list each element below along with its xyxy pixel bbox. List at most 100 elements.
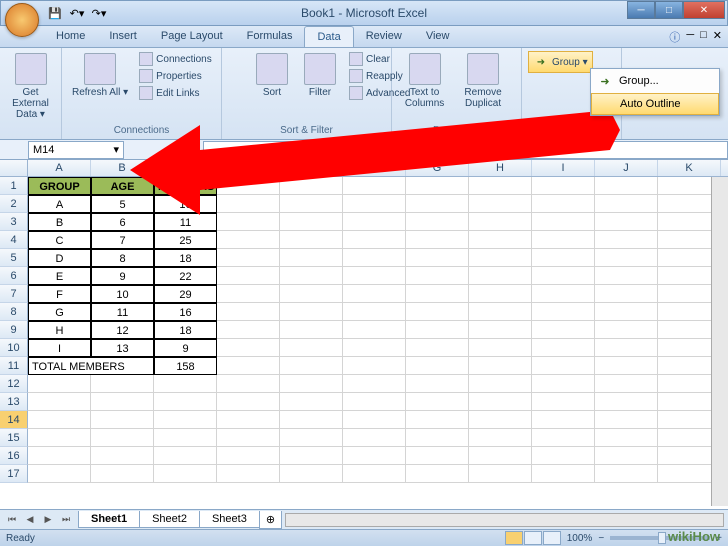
- cell[interactable]: [217, 411, 280, 429]
- cell[interactable]: [532, 177, 595, 195]
- cell[interactable]: [469, 357, 532, 375]
- cell[interactable]: [406, 447, 469, 465]
- row-header[interactable]: 3: [0, 213, 28, 231]
- cell[interactable]: [217, 231, 280, 249]
- cell[interactable]: G: [28, 303, 91, 321]
- cell[interactable]: F: [28, 285, 91, 303]
- cell[interactable]: [595, 447, 658, 465]
- name-box[interactable]: M14▾: [28, 141, 124, 159]
- cell[interactable]: E: [28, 267, 91, 285]
- col-header-a[interactable]: A: [28, 160, 91, 176]
- cell[interactable]: [280, 177, 343, 195]
- cell[interactable]: [217, 375, 280, 393]
- row-header[interactable]: 1: [0, 177, 28, 195]
- cell[interactable]: [469, 465, 532, 483]
- cell[interactable]: 6: [91, 213, 154, 231]
- cell[interactable]: [469, 285, 532, 303]
- sheet-nav-last[interactable]: ⏭: [58, 512, 74, 528]
- cell[interactable]: [154, 411, 217, 429]
- connections-button[interactable]: Connections: [136, 51, 215, 67]
- cell[interactable]: [154, 429, 217, 447]
- cell[interactable]: [217, 249, 280, 267]
- zoom-level[interactable]: 100%: [567, 533, 593, 544]
- col-header-f[interactable]: F: [343, 160, 406, 176]
- cell[interactable]: I: [28, 339, 91, 357]
- cell[interactable]: [595, 231, 658, 249]
- cell[interactable]: TOTAL MEMBERS: [28, 357, 154, 375]
- cell[interactable]: [595, 411, 658, 429]
- row-header[interactable]: 5: [0, 249, 28, 267]
- cell[interactable]: D: [28, 249, 91, 267]
- undo-button[interactable]: ↶▾: [67, 4, 87, 22]
- cell[interactable]: [91, 447, 154, 465]
- cell[interactable]: [280, 465, 343, 483]
- cell[interactable]: [406, 393, 469, 411]
- row-header[interactable]: 11: [0, 357, 28, 375]
- cell[interactable]: [343, 285, 406, 303]
- cell[interactable]: 10: [154, 195, 217, 213]
- save-button[interactable]: 💾: [45, 4, 65, 22]
- cell[interactable]: [217, 195, 280, 213]
- cell[interactable]: [343, 411, 406, 429]
- cell[interactable]: [406, 411, 469, 429]
- cell[interactable]: [406, 231, 469, 249]
- cell[interactable]: 13: [91, 339, 154, 357]
- cell[interactable]: [406, 285, 469, 303]
- cell[interactable]: [28, 429, 91, 447]
- cell[interactable]: [532, 393, 595, 411]
- new-sheet-button[interactable]: ⊕: [259, 511, 282, 529]
- sort-button[interactable]: Sort: [250, 51, 294, 101]
- row-header[interactable]: 6: [0, 267, 28, 285]
- sheet-tab-1[interactable]: Sheet1: [78, 511, 140, 528]
- cell[interactable]: [343, 177, 406, 195]
- cell[interactable]: [469, 195, 532, 213]
- formula-input[interactable]: [203, 141, 728, 159]
- zoom-out-button[interactable]: −: [598, 533, 604, 544]
- cell[interactable]: [217, 447, 280, 465]
- cell[interactable]: [217, 465, 280, 483]
- cell[interactable]: [406, 249, 469, 267]
- tab-view[interactable]: View: [414, 26, 462, 47]
- cell[interactable]: 16: [154, 303, 217, 321]
- properties-button[interactable]: Properties: [136, 68, 215, 84]
- col-header-e[interactable]: E: [280, 160, 343, 176]
- cell[interactable]: [595, 429, 658, 447]
- cell[interactable]: [595, 375, 658, 393]
- cell[interactable]: [343, 249, 406, 267]
- vertical-scrollbar[interactable]: [711, 177, 728, 506]
- cell[interactable]: A: [28, 195, 91, 213]
- cell[interactable]: [406, 303, 469, 321]
- cell[interactable]: 158: [154, 357, 217, 375]
- redo-button[interactable]: ↷▾: [89, 4, 109, 22]
- cell[interactable]: [343, 465, 406, 483]
- cell[interactable]: [217, 393, 280, 411]
- cell[interactable]: [343, 393, 406, 411]
- cell[interactable]: [28, 465, 91, 483]
- cell[interactable]: [343, 303, 406, 321]
- row-header[interactable]: 2: [0, 195, 28, 213]
- row-header[interactable]: 8: [0, 303, 28, 321]
- cell[interactable]: [280, 357, 343, 375]
- cell[interactable]: [469, 339, 532, 357]
- cell[interactable]: [469, 249, 532, 267]
- cell[interactable]: [217, 357, 280, 375]
- cell[interactable]: 25: [154, 231, 217, 249]
- cell[interactable]: [595, 465, 658, 483]
- sheet-nav-prev[interactable]: ◀: [22, 512, 38, 528]
- cell[interactable]: [343, 375, 406, 393]
- cell[interactable]: [469, 267, 532, 285]
- col-header-g[interactable]: G: [406, 160, 469, 176]
- close-workbook-icon[interactable]: ✕: [713, 29, 722, 45]
- row-header[interactable]: 13: [0, 393, 28, 411]
- auto-outline-menu-item[interactable]: Auto Outline: [591, 93, 719, 115]
- cell[interactable]: [532, 357, 595, 375]
- sheet-tab-2[interactable]: Sheet2: [139, 511, 200, 528]
- cell[interactable]: [595, 321, 658, 339]
- sort-az-icon[interactable]: [228, 51, 246, 69]
- row-header[interactable]: 15: [0, 429, 28, 447]
- col-header-k[interactable]: K: [658, 160, 721, 176]
- cell[interactable]: [406, 339, 469, 357]
- cell[interactable]: [532, 429, 595, 447]
- cell[interactable]: 9: [91, 267, 154, 285]
- maximize-button[interactable]: □: [655, 1, 683, 19]
